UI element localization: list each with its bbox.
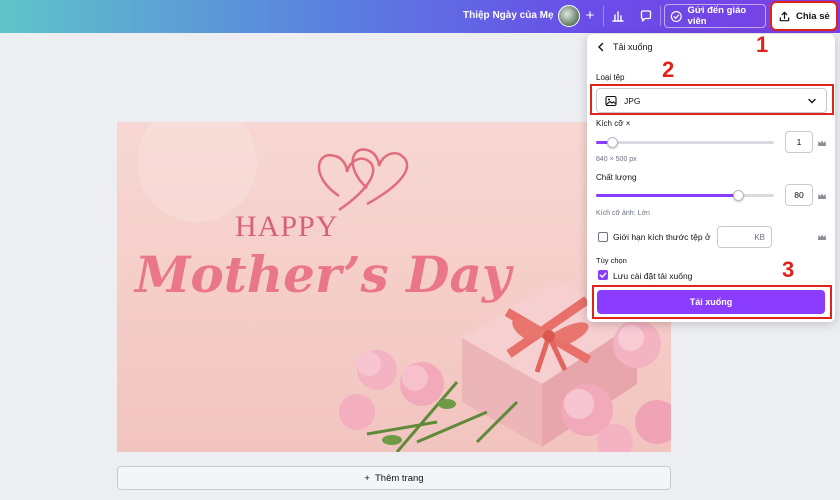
check-circle-icon <box>670 10 682 22</box>
kb-unit: KB <box>754 233 765 242</box>
size-input[interactable]: 1 <box>785 131 813 153</box>
size-dimensions: 840 × 500 px <box>596 156 637 163</box>
chevron-left-icon <box>598 42 604 52</box>
check-icon <box>599 272 607 278</box>
share-label: Chia sẻ <box>796 10 830 22</box>
add-collaborator-button[interactable]: + <box>582 7 598 25</box>
quality-input[interactable]: 80 <box>785 184 813 206</box>
download-panel: Tải xuống Loại tệp JPG Kích cỡ × 1 840 ×… <box>587 34 835 322</box>
send-to-teacher-label: Gửi đến giáo viên <box>687 5 747 27</box>
quality-slider-knob[interactable] <box>732 190 744 201</box>
quality-slider-fill <box>596 194 739 197</box>
heart-outline-icon <box>317 153 375 212</box>
annotation-box-file-type <box>590 84 834 115</box>
size-slider[interactable] <box>596 137 774 148</box>
size-slider-knob[interactable] <box>606 137 618 148</box>
happy-text: HAPPY <box>235 210 338 243</box>
comment-button[interactable] <box>634 5 658 27</box>
annotation-number: 3 <box>782 257 795 282</box>
toolbar-divider <box>603 6 604 26</box>
file-type-label: Loại tệp <box>596 73 625 82</box>
size-label: Kích cỡ × <box>596 119 631 128</box>
save-settings-label: Lưu cài đặt tải xuống <box>613 271 693 281</box>
mothers-day-text: Mother’s Day <box>133 245 514 304</box>
send-to-teacher-button[interactable]: Gửi đến giáo viên <box>664 4 766 28</box>
crown-icon <box>818 140 826 146</box>
toolbar-divider <box>660 6 661 26</box>
back-button[interactable] <box>595 41 607 53</box>
panel-title: Tải xuống <box>613 42 653 52</box>
limit-size-checkbox[interactable] <box>598 232 608 242</box>
crown-icon <box>818 193 826 199</box>
top-bar: Thiệp Ngày của Mẹ + Gửi đến giáo viên Ch… <box>0 0 840 33</box>
document-title[interactable]: Thiệp Ngày của Mẹ <box>463 10 554 21</box>
crown-icon <box>818 234 826 240</box>
options-label: Tùy chọn <box>596 256 627 265</box>
file-size-note: Kích cỡ ảnh: Lớn <box>596 210 650 217</box>
annotation-box-download <box>592 285 832 319</box>
add-page-label: Thêm trang <box>374 472 424 484</box>
background-glow <box>137 122 257 222</box>
annotation-number: 2 <box>662 57 675 82</box>
annotation-number: 1 <box>756 32 769 57</box>
plus-icon: + <box>364 472 370 484</box>
limit-size-label: Giới hạn kích thước tệp ở <box>613 232 711 242</box>
comment-icon <box>640 10 652 22</box>
insights-button[interactable] <box>606 5 630 27</box>
quality-label: Chất lượng <box>596 173 637 182</box>
add-page-button[interactable]: + Thêm trang <box>117 466 671 490</box>
avatar[interactable] <box>558 5 580 27</box>
quality-slider[interactable] <box>596 190 774 201</box>
bar-chart-icon <box>612 11 624 22</box>
limit-size-input[interactable]: KB <box>717 226 772 248</box>
upload-icon <box>779 11 790 21</box>
save-settings-checkbox[interactable] <box>598 270 608 280</box>
share-button[interactable]: Chia sẻ <box>770 1 838 31</box>
